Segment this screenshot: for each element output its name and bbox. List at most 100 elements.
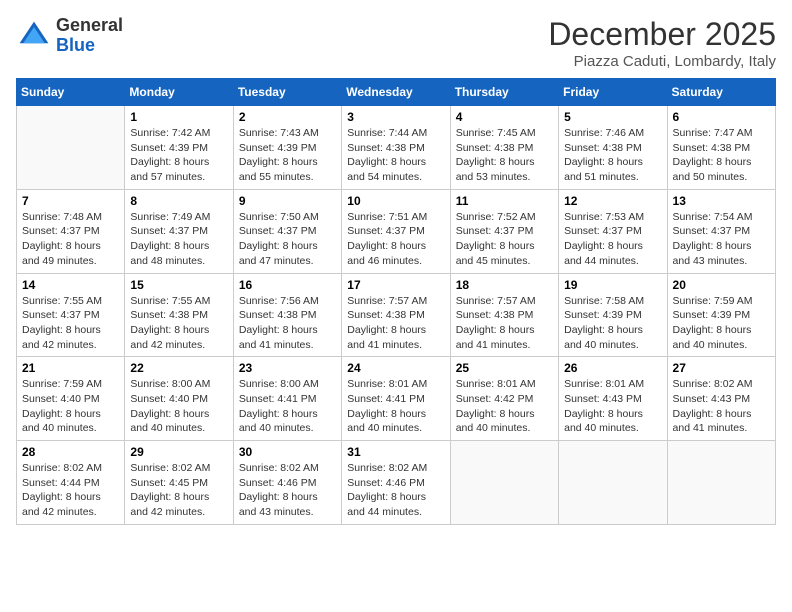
calendar-week-row: 21Sunrise: 7:59 AMSunset: 4:40 PMDayligh… bbox=[17, 357, 776, 441]
calendar-cell: 8Sunrise: 7:49 AMSunset: 4:37 PMDaylight… bbox=[125, 189, 233, 273]
sunrise-text: Sunrise: 7:48 AM bbox=[22, 210, 119, 225]
month-title: December 2025 bbox=[548, 16, 776, 53]
sunset-text: Sunset: 4:38 PM bbox=[673, 141, 770, 156]
sunset-text: Sunset: 4:41 PM bbox=[239, 392, 336, 407]
calendar-cell: 4Sunrise: 7:45 AMSunset: 4:38 PMDaylight… bbox=[450, 106, 558, 190]
sunrise-text: Sunrise: 8:02 AM bbox=[347, 461, 444, 476]
sunrise-text: Sunrise: 7:43 AM bbox=[239, 126, 336, 141]
daylight-text: Daylight: 8 hours and 51 minutes. bbox=[564, 155, 661, 184]
sunrise-text: Sunrise: 8:02 AM bbox=[239, 461, 336, 476]
cell-info: Sunrise: 7:59 AMSunset: 4:39 PMDaylight:… bbox=[673, 294, 770, 353]
cell-info: Sunrise: 7:48 AMSunset: 4:37 PMDaylight:… bbox=[22, 210, 119, 269]
sunset-text: Sunset: 4:41 PM bbox=[347, 392, 444, 407]
calendar-cell: 3 Sunrise: 7:44 AMSunset: 4:38 PMDaylight… bbox=[342, 106, 450, 190]
calendar-cell: 16 Sunrise: 7:56 AMSunset: 4:38 PMDayligh… bbox=[233, 273, 341, 357]
sunset-text: Sunset: 4:44 PM bbox=[22, 476, 119, 491]
calendar-cell: 11Sunrise: 7:52 AMSunset: 4:37 PMDayligh… bbox=[450, 189, 558, 273]
day-number: 13 bbox=[673, 194, 770, 208]
day-number: 7 bbox=[22, 194, 119, 208]
day-number: 27 bbox=[673, 361, 770, 375]
calendar-cell: 7 Sunrise: 7:48 AMSunset: 4:37 PMDaylight… bbox=[17, 189, 125, 273]
sunset-text: Sunset: 4:37 PM bbox=[22, 224, 119, 239]
logo-general: General bbox=[56, 15, 123, 35]
calendar-week-row: 1Sunrise: 7:42 AMSunset: 4:39 PMDaylight… bbox=[17, 106, 776, 190]
sunrise-text: Sunrise: 7:59 AM bbox=[673, 294, 770, 309]
sunrise-text: Sunrise: 8:01 AM bbox=[456, 377, 553, 392]
daylight-text: Daylight: 8 hours and 43 minutes. bbox=[239, 490, 336, 519]
daylight-text: Daylight: 8 hours and 40 minutes. bbox=[22, 407, 119, 436]
sunrise-text: Sunrise: 7:46 AM bbox=[564, 126, 661, 141]
day-number: 23 bbox=[239, 361, 336, 375]
day-number: 2 bbox=[239, 110, 336, 124]
sunset-text: Sunset: 4:40 PM bbox=[22, 392, 119, 407]
day-of-week-header: Tuesday bbox=[233, 79, 341, 106]
calendar-cell: 31 Sunrise: 8:02 AMSunset: 4:46 PMDayligh… bbox=[342, 441, 450, 525]
calendar-cell: 6Sunrise: 7:47 AMSunset: 4:38 PMDaylight… bbox=[667, 106, 775, 190]
sunrise-text: Sunrise: 8:01 AM bbox=[564, 377, 661, 392]
daylight-text: Daylight: 8 hours and 45 minutes. bbox=[456, 239, 553, 268]
daylight-text: Daylight: 8 hours and 55 minutes. bbox=[239, 155, 336, 184]
sunrise-text: Sunrise: 7:57 AM bbox=[456, 294, 553, 309]
calendar-cell: 27 Sunrise: 8:02 AMSunset: 4:43 PMDayligh… bbox=[667, 357, 775, 441]
calendar-week-row: 14Sunrise: 7:55 AMSunset: 4:37 PMDayligh… bbox=[17, 273, 776, 357]
cell-info: Sunrise: 7:55 AMSunset: 4:37 PMDaylight:… bbox=[22, 294, 119, 353]
cell-info: Sunrise: 7:57 AMSunset: 4:38 PMDaylight:… bbox=[347, 294, 444, 353]
sunset-text: Sunset: 4:46 PM bbox=[239, 476, 336, 491]
day-number: 3 bbox=[347, 110, 444, 124]
calendar-cell: 28Sunrise: 8:02 AMSunset: 4:44 PMDayligh… bbox=[17, 441, 125, 525]
cell-info: Sunrise: 7:57 AMSunset: 4:38 PMDaylight:… bbox=[456, 294, 553, 353]
sunset-text: Sunset: 4:38 PM bbox=[456, 141, 553, 156]
daylight-text: Daylight: 8 hours and 42 minutes. bbox=[130, 490, 227, 519]
sunrise-text: Sunrise: 7:44 AM bbox=[347, 126, 444, 141]
sunset-text: Sunset: 4:39 PM bbox=[239, 141, 336, 156]
sunset-text: Sunset: 4:40 PM bbox=[130, 392, 227, 407]
day-number: 9 bbox=[239, 194, 336, 208]
daylight-text: Daylight: 8 hours and 50 minutes. bbox=[673, 155, 770, 184]
calendar-cell: 29Sunrise: 8:02 AMSunset: 4:45 PMDayligh… bbox=[125, 441, 233, 525]
cell-info: Sunrise: 8:02 AMSunset: 4:43 PMDaylight:… bbox=[673, 377, 770, 436]
cell-info: Sunrise: 7:49 AMSunset: 4:37 PMDaylight:… bbox=[130, 210, 227, 269]
daylight-text: Daylight: 8 hours and 41 minutes. bbox=[456, 323, 553, 352]
cell-info: Sunrise: 7:44 AMSunset: 4:38 PMDaylight:… bbox=[347, 126, 444, 185]
calendar-cell bbox=[667, 441, 775, 525]
daylight-text: Daylight: 8 hours and 40 minutes. bbox=[130, 407, 227, 436]
sunrise-text: Sunrise: 8:02 AM bbox=[673, 377, 770, 392]
calendar-week-row: 7Sunrise: 7:48 AMSunset: 4:37 PMDaylight… bbox=[17, 189, 776, 273]
day-number: 11 bbox=[456, 194, 553, 208]
sunrise-text: Sunrise: 7:52 AM bbox=[456, 210, 553, 225]
cell-info: Sunrise: 8:01 AMSunset: 4:43 PMDaylight:… bbox=[564, 377, 661, 436]
logo-blue: Blue bbox=[56, 35, 95, 55]
sunset-text: Sunset: 4:39 PM bbox=[130, 141, 227, 156]
day-number: 24 bbox=[347, 361, 444, 375]
calendar-cell: 14Sunrise: 7:55 AMSunset: 4:37 PMDayligh… bbox=[17, 273, 125, 357]
day-of-week-header: Thursday bbox=[450, 79, 558, 106]
cell-info: Sunrise: 7:50 AMSunset: 4:37 PMDaylight:… bbox=[239, 210, 336, 269]
sunset-text: Sunset: 4:38 PM bbox=[347, 308, 444, 323]
logo-text: General Blue bbox=[56, 16, 123, 56]
cell-info: Sunrise: 7:56 AMSunset: 4:38 PMDaylight:… bbox=[239, 294, 336, 353]
daylight-text: Daylight: 8 hours and 47 minutes. bbox=[239, 239, 336, 268]
calendar-cell: 15Sunrise: 7:55 AMSunset: 4:38 PMDayligh… bbox=[125, 273, 233, 357]
cell-info: Sunrise: 7:51 AMSunset: 4:37 PMDaylight:… bbox=[347, 210, 444, 269]
sunrise-text: Sunrise: 7:49 AM bbox=[130, 210, 227, 225]
day-number: 6 bbox=[673, 110, 770, 124]
cell-info: Sunrise: 7:55 AMSunset: 4:38 PMDaylight:… bbox=[130, 294, 227, 353]
cell-info: Sunrise: 8:02 AMSunset: 4:45 PMDaylight:… bbox=[130, 461, 227, 520]
calendar-cell: 2 Sunrise: 7:43 AMSunset: 4:39 PMDaylight… bbox=[233, 106, 341, 190]
sunset-text: Sunset: 4:37 PM bbox=[673, 224, 770, 239]
calendar-cell: 20Sunrise: 7:59 AMSunset: 4:39 PMDayligh… bbox=[667, 273, 775, 357]
calendar-cell: 12Sunrise: 7:53 AMSunset: 4:37 PMDayligh… bbox=[559, 189, 667, 273]
sunset-text: Sunset: 4:37 PM bbox=[130, 224, 227, 239]
calendar-cell: 22Sunrise: 8:00 AMSunset: 4:40 PMDayligh… bbox=[125, 357, 233, 441]
calendar-cell: 25Sunrise: 8:01 AMSunset: 4:42 PMDayligh… bbox=[450, 357, 558, 441]
daylight-text: Daylight: 8 hours and 48 minutes. bbox=[130, 239, 227, 268]
sunrise-text: Sunrise: 7:45 AM bbox=[456, 126, 553, 141]
cell-info: Sunrise: 8:02 AMSunset: 4:46 PMDaylight:… bbox=[347, 461, 444, 520]
sunrise-text: Sunrise: 8:01 AM bbox=[347, 377, 444, 392]
day-number: 16 bbox=[239, 278, 336, 292]
logo: General Blue bbox=[16, 16, 123, 56]
title-block: December 2025 Piazza Caduti, Lombardy, I… bbox=[548, 16, 776, 70]
location: Piazza Caduti, Lombardy, Italy bbox=[548, 53, 776, 70]
sunrise-text: Sunrise: 7:58 AM bbox=[564, 294, 661, 309]
day-number: 31 bbox=[347, 445, 444, 459]
